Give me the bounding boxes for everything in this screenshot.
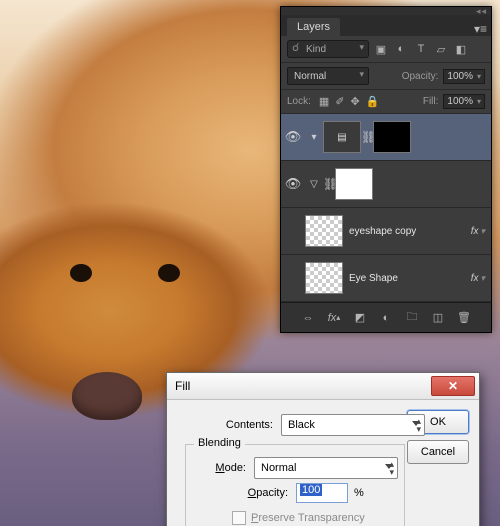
layers-panel: ◂◂ Layers ▾≡ Kind ▣ ◐ T ▱ ◧ Normal Opaci…	[280, 6, 492, 333]
new-layer-icon[interactable]: ◫	[430, 311, 446, 324]
lock-transparent-icon[interactable]: ▦	[319, 95, 329, 108]
layer-style-icon[interactable]: fx▴	[326, 312, 342, 324]
panel-menu-button[interactable]: ▾≡	[474, 22, 487, 36]
checkbox-icon	[232, 511, 246, 525]
blending-legend: Blending	[194, 437, 245, 449]
percent-label: %	[354, 487, 364, 499]
panel-tabbar: Layers ▾≡	[281, 15, 491, 36]
link-mask-icon[interactable]: ⛓	[323, 177, 335, 191]
contents-select[interactable]: Black▴▾	[281, 414, 425, 436]
layers-bottom-bar: ⇔ fx▴ ◩ ◐ 🗀 ◫ 🗑	[281, 302, 491, 332]
layer-row[interactable]: 👁 ▾ ▤ ⛓	[281, 114, 491, 161]
filter-smart-icon[interactable]: ◧	[453, 41, 469, 57]
layer-row[interactable]: 👁 ▽ ⛓	[281, 161, 491, 208]
fx-badge[interactable]: fx▾	[471, 273, 485, 284]
mask-thumb[interactable]	[335, 168, 373, 200]
layer-list: 👁 ▾ ▤ ⛓ 👁 ▽ ⛓ eyeshape copy fx▾ Eye Shap…	[281, 114, 491, 302]
layer-thumb[interactable]	[305, 262, 343, 294]
lock-label: Lock:	[287, 96, 311, 107]
fill-value[interactable]: 100%	[443, 94, 485, 109]
layer-row[interactable]: Eye Shape fx▾	[281, 255, 491, 302]
lock-position-icon[interactable]: ✥	[351, 95, 360, 108]
opacity-label: Opacity:	[402, 71, 439, 82]
collapse-icon[interactable]: ▾	[305, 132, 323, 143]
filter-row: Kind ▣ ◐ T ▱ ◧	[281, 36, 491, 63]
tab-layers[interactable]: Layers	[287, 18, 340, 36]
layer-row[interactable]: eyeshape copy fx▾	[281, 208, 491, 255]
blending-group: Blending Mode: Normal▴▾ Opacity: 100 % P…	[185, 444, 405, 526]
link-mask-icon[interactable]: ⛓	[361, 130, 373, 144]
background-photo-detail	[70, 264, 92, 282]
blend-row: Normal Opacity: 100%	[281, 63, 491, 90]
visibility-toggle[interactable]: 👁	[281, 129, 305, 145]
expand-icon[interactable]: ▽	[305, 179, 323, 190]
fx-badge[interactable]: fx▾	[471, 226, 485, 237]
preserve-transparency-label: Preserve Transparency	[251, 512, 365, 524]
new-adjustment-icon[interactable]: ◐	[378, 312, 394, 324]
lock-all-icon[interactable]: 🔒	[366, 95, 380, 108]
mode-label: Mode:	[192, 462, 246, 474]
close-button[interactable]: ✕	[431, 376, 475, 396]
layer-thumb[interactable]	[305, 215, 343, 247]
lock-pixels-icon[interactable]: ✐	[335, 95, 344, 108]
adjustment-thumb[interactable]: ▤	[323, 121, 361, 153]
panel-grip[interactable]: ◂◂	[281, 7, 491, 15]
add-mask-icon[interactable]: ◩	[352, 311, 368, 324]
preserve-transparency-checkbox: Preserve Transparency	[232, 511, 398, 525]
dialog-title: Fill	[175, 379, 190, 393]
opacity-label-dialog: Opacity:	[192, 487, 288, 499]
opacity-value[interactable]: 100%	[443, 69, 485, 84]
layer-name: Eye Shape	[349, 273, 398, 284]
mode-select[interactable]: Normal▴▾	[254, 457, 398, 479]
blend-mode-select[interactable]: Normal	[287, 67, 369, 85]
background-photo-detail	[158, 264, 180, 282]
filter-pixel-icon[interactable]: ▣	[373, 41, 389, 57]
mask-thumb[interactable]	[373, 121, 411, 153]
delete-layer-icon[interactable]: 🗑	[456, 311, 472, 324]
filter-adjustment-icon[interactable]: ◐	[393, 41, 409, 57]
filter-type-icon[interactable]: T	[413, 41, 429, 57]
contents-label: Contents:	[177, 419, 273, 431]
lock-row: Lock: ▦ ✐ ✥ 🔒 Fill: 100%	[281, 90, 491, 114]
link-layers-icon[interactable]: ⇔	[300, 312, 316, 324]
layer-name: eyeshape copy	[349, 226, 416, 237]
background-photo-detail	[72, 372, 142, 420]
fill-dialog: Fill ✕ OK Cancel Contents: Black▴▾ Blend…	[166, 372, 480, 526]
visibility-toggle[interactable]: 👁	[281, 176, 305, 192]
filter-shape-icon[interactable]: ▱	[433, 41, 449, 57]
dialog-titlebar[interactable]: Fill ✕	[167, 373, 479, 400]
fill-label: Fill:	[423, 96, 439, 107]
filter-kind-select[interactable]: Kind	[287, 40, 369, 58]
new-group-icon[interactable]: 🗀	[404, 308, 420, 327]
cancel-button[interactable]: Cancel	[407, 440, 469, 464]
opacity-input[interactable]: 100	[296, 483, 348, 503]
